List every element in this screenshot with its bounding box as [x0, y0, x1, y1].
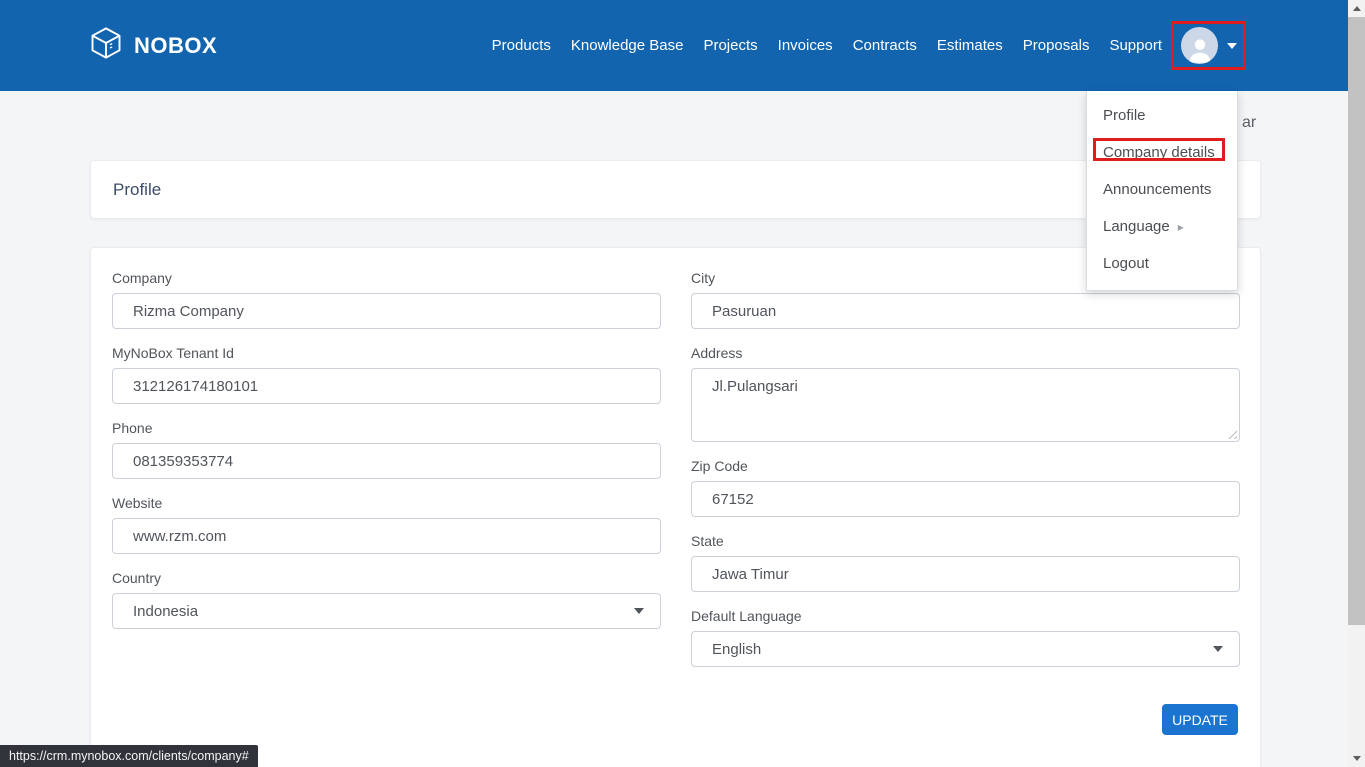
user-menu-toggle[interactable] [1171, 21, 1246, 70]
address-field: Address Jl.Pulangsari [691, 345, 1240, 442]
company-label: Company [112, 270, 661, 286]
dropdown-item-language[interactable]: Language ▸ [1087, 208, 1237, 245]
dropdown-item-profile[interactable]: Profile [1087, 97, 1237, 134]
default-language-select[interactable]: English [691, 631, 1240, 667]
dropdown-item-company-details[interactable]: Company details [1087, 134, 1237, 171]
phone-input[interactable] [112, 443, 661, 479]
phone-label: Phone [112, 420, 661, 436]
browser-viewport: NOBOX Products Knowledge Base Projects I… [0, 0, 1365, 767]
state-input[interactable] [691, 556, 1240, 592]
brand-name: NOBOX [134, 33, 217, 59]
tenant-id-field: MyNoBox Tenant Id [112, 345, 661, 404]
partial-text: ar [1242, 114, 1256, 132]
form-column-right: City Address Jl.Pulangsari Zip Code Stat… [691, 270, 1240, 683]
nobox-cube-icon [88, 25, 124, 66]
update-button[interactable]: UPDATE [1162, 704, 1238, 735]
default-language-select-value: English [712, 641, 761, 658]
phone-field: Phone [112, 420, 661, 479]
nav-item-knowledge-base[interactable]: Knowledge Base [571, 37, 684, 54]
default-language-label: Default Language [691, 608, 1240, 624]
nav-item-support[interactable]: Support [1109, 37, 1162, 54]
address-label: Address [691, 345, 1240, 361]
dropdown-item-logout[interactable]: Logout [1087, 245, 1237, 282]
main-nav: Products Knowledge Base Projects Invoice… [492, 0, 1162, 91]
tenant-id-input[interactable] [112, 368, 661, 404]
scrollbar-down-button[interactable] [1348, 750, 1365, 767]
nav-item-invoices[interactable]: Invoices [778, 37, 833, 54]
website-label: Website [112, 495, 661, 511]
nav-item-estimates[interactable]: Estimates [937, 37, 1003, 54]
zip-code-field: Zip Code [691, 458, 1240, 517]
default-language-field: Default Language English [691, 608, 1240, 667]
nav-item-products[interactable]: Products [492, 37, 551, 54]
scrollbar-down-icon [1353, 756, 1361, 761]
country-select[interactable]: Indonesia [112, 593, 661, 629]
address-textarea[interactable]: Jl.Pulangsari [691, 368, 1240, 442]
scrollbar-up-icon [1353, 6, 1361, 11]
scrollbar-thumb[interactable] [1348, 17, 1365, 625]
avatar [1181, 27, 1218, 64]
state-field: State [691, 533, 1240, 592]
country-label: Country [112, 570, 661, 586]
zip-code-input[interactable] [691, 481, 1240, 517]
dropdown-item-announcements[interactable]: Announcements [1087, 171, 1237, 208]
website-input[interactable] [112, 518, 661, 554]
company-form-card: Company MyNoBox Tenant Id Phone Website … [90, 247, 1261, 767]
page-scrollbar[interactable] [1348, 0, 1365, 767]
state-label: State [691, 533, 1240, 549]
company-field: Company [112, 270, 661, 329]
company-input[interactable] [112, 293, 661, 329]
scrollbar-up-button[interactable] [1348, 0, 1365, 17]
nav-item-proposals[interactable]: Proposals [1023, 37, 1090, 54]
chevron-down-icon [634, 608, 644, 614]
page-title: Profile [113, 180, 161, 200]
country-select-value: Indonesia [133, 603, 198, 620]
nav-item-projects[interactable]: Projects [703, 37, 757, 54]
top-navbar: NOBOX Products Knowledge Base Projects I… [0, 0, 1348, 91]
user-dropdown-menu: Profile Company details Announcements La… [1086, 91, 1238, 291]
brand-logo[interactable]: NOBOX [88, 0, 217, 91]
submenu-arrow-icon: ▸ [1178, 220, 1184, 234]
chevron-down-icon [1213, 646, 1223, 652]
form-column-left: Company MyNoBox Tenant Id Phone Website … [112, 270, 661, 645]
link-status-tooltip: https://crm.mynobox.com/clients/company# [0, 745, 258, 767]
zip-code-label: Zip Code [691, 458, 1240, 474]
city-input[interactable] [691, 293, 1240, 329]
nav-item-contracts[interactable]: Contracts [853, 37, 917, 54]
website-field: Website [112, 495, 661, 554]
chevron-down-icon [1227, 43, 1237, 49]
country-field: Country Indonesia [112, 570, 661, 629]
tenant-id-label: MyNoBox Tenant Id [112, 345, 661, 361]
